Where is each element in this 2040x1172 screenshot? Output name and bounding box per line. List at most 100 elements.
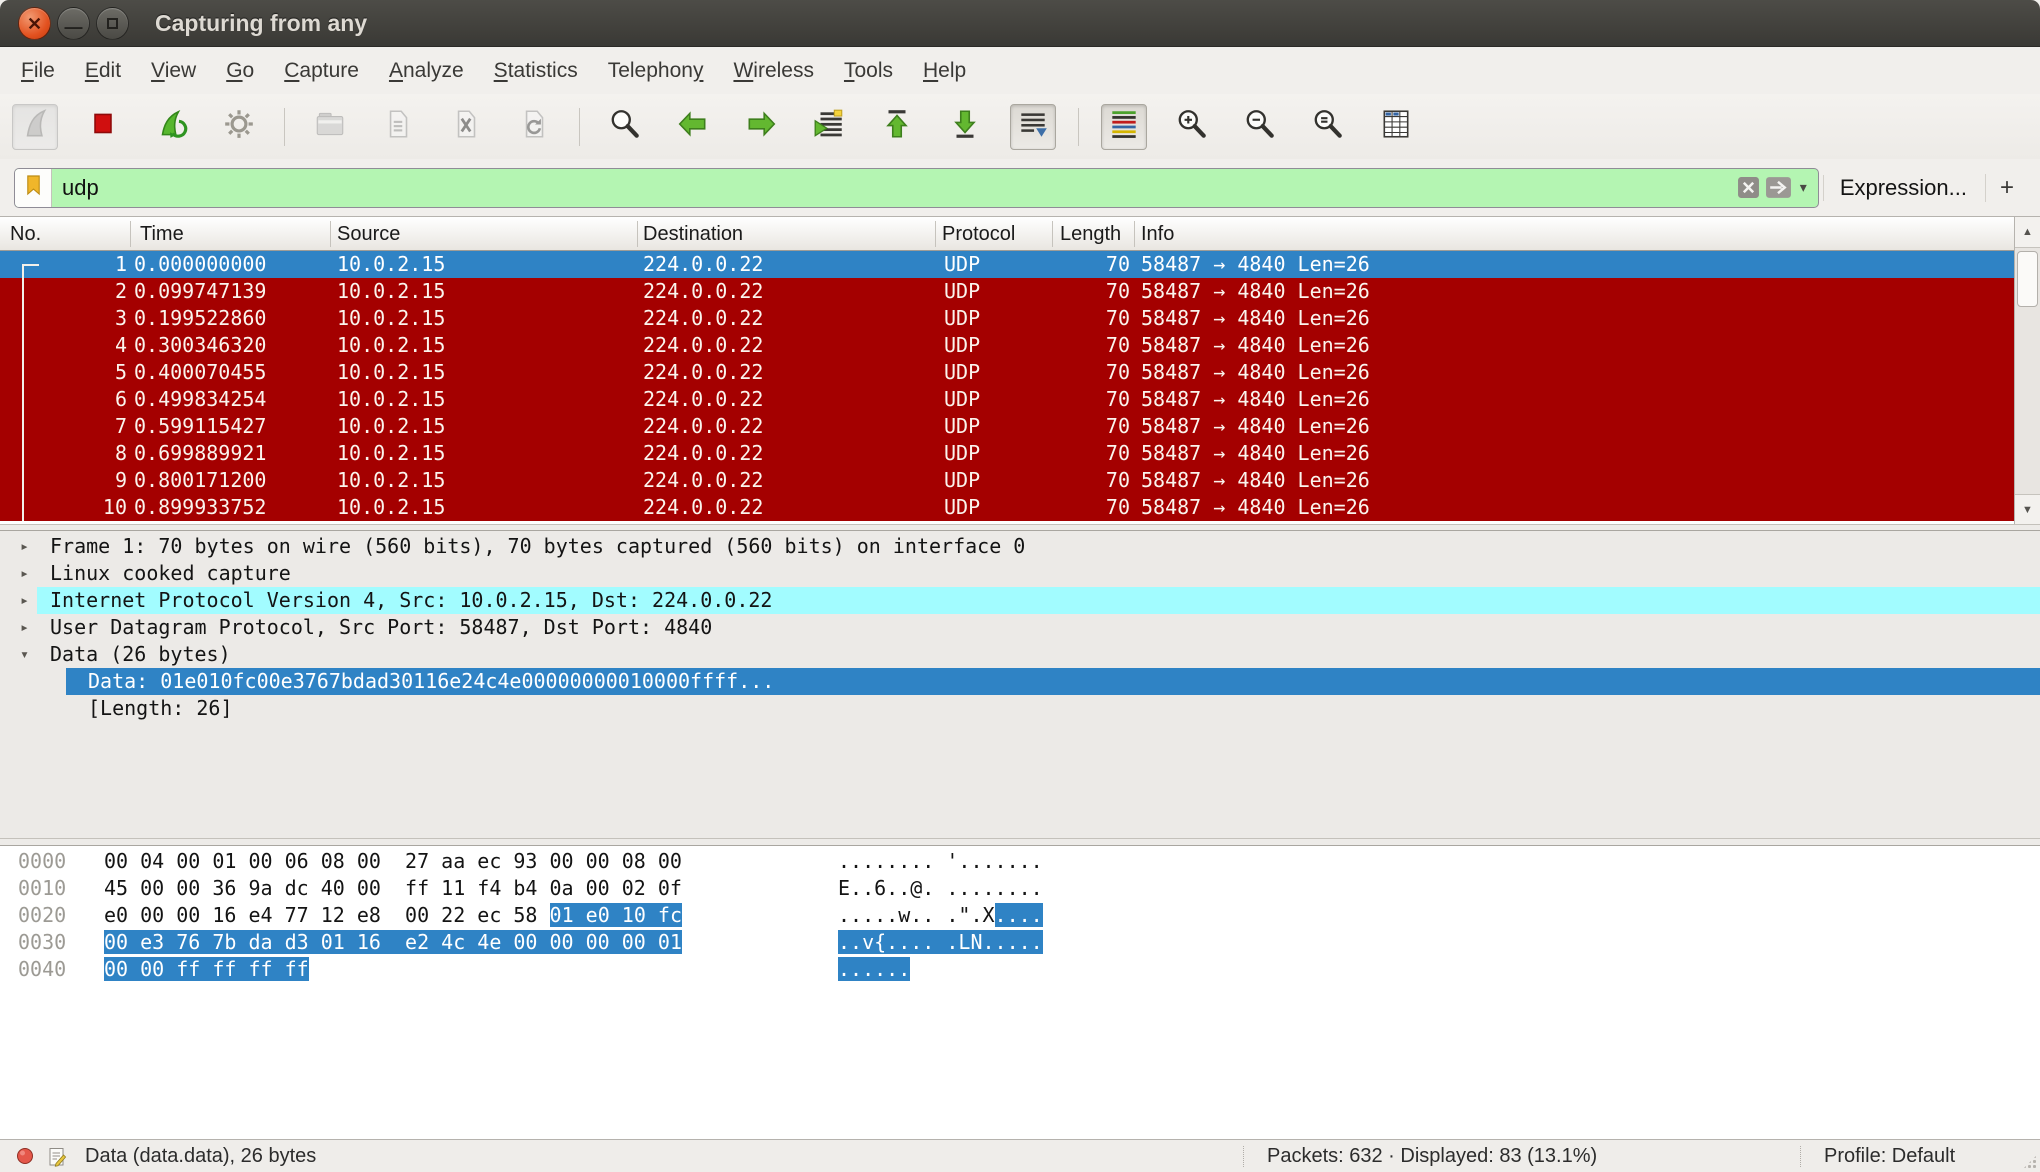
go-last-packet-button[interactable]	[942, 104, 988, 150]
resize-columns-icon	[1379, 107, 1413, 146]
column-header-protocol[interactable]: Protocol	[942, 217, 1015, 251]
pane-splitter[interactable]	[0, 838, 2040, 846]
packet-row[interactable]: 40.30034632010.0.2.15224.0.0.22UDP705848…	[0, 332, 2014, 359]
column-separator[interactable]	[1052, 221, 1053, 247]
detail-row[interactable]: ▸User Datagram Protocol, Src Port: 58487…	[0, 614, 2040, 641]
packet-protocol: UDP	[944, 332, 980, 359]
packet-source: 10.0.2.15	[337, 440, 445, 467]
go-first-packet-button[interactable]	[874, 104, 920, 150]
packet-row[interactable]: 100.89993375210.0.2.15224.0.0.22UDP70584…	[0, 494, 2014, 521]
menu-item-analyze[interactable]: Analyze	[374, 47, 479, 94]
expert-info-icon[interactable]	[16, 1147, 34, 1171]
profile-text[interactable]: Profile: Default	[1824, 1140, 1955, 1172]
column-separator[interactable]	[637, 221, 638, 247]
menu-item-telephony[interactable]: Telephony	[593, 47, 719, 94]
zoom-100-button[interactable]	[1305, 104, 1351, 150]
packet-row[interactable]: 30.19952286010.0.2.15224.0.0.22UDP705848…	[0, 305, 2014, 332]
resize-grip[interactable]	[2022, 1154, 2038, 1170]
detail-row[interactable]: ▸Linux cooked capture	[0, 560, 2040, 587]
scroll-down-icon[interactable]: ▼	[2015, 494, 2040, 525]
capture-comment-icon[interactable]	[47, 1147, 67, 1172]
hex-row[interactable]: 003000 e3 76 7b da d3 01 16 e2 4c 4e 00 …	[0, 929, 2040, 956]
packet-row[interactable]: 60.49983425410.0.2.15224.0.0.22UDP705848…	[0, 386, 2014, 413]
column-separator[interactable]	[130, 221, 131, 247]
packet-list-rows: 10.00000000010.0.2.15224.0.0.22UDP705848…	[0, 251, 2014, 521]
collapsed-icon[interactable]: ▸	[20, 533, 29, 560]
capture-options-button[interactable]	[216, 104, 262, 150]
menu-item-view[interactable]: View	[136, 47, 211, 94]
titlebar: ✕ — Capturing from any	[0, 0, 2040, 47]
expanded-icon[interactable]: ▾	[20, 641, 29, 668]
packet-no: 2	[0, 278, 127, 305]
close-window-button[interactable]: ✕	[18, 7, 51, 40]
hex-ascii: ........ '.......	[838, 848, 1043, 875]
packet-list-scrollbar[interactable]: ▲ ▼	[2014, 217, 2040, 525]
detail-row[interactable]: Data: 01e010fc00e3767bdad30116e24c4e0000…	[0, 668, 2040, 695]
resize-columns-button[interactable]	[1373, 104, 1419, 150]
open-folder-icon	[313, 107, 347, 146]
scrollbar-thumb[interactable]	[2017, 251, 2038, 307]
stop-capture-button[interactable]	[80, 104, 126, 150]
column-header-no[interactable]: No.	[10, 217, 41, 251]
scroll-up-icon[interactable]: ▲	[2015, 217, 2040, 248]
detail-row[interactable]: ▾Data (26 bytes)	[0, 641, 2040, 668]
open-capture-file-button	[307, 104, 353, 150]
find-packet-button[interactable]	[602, 104, 648, 150]
packet-source: 10.0.2.15	[337, 359, 445, 386]
zoom-out-button[interactable]	[1237, 104, 1283, 150]
column-separator[interactable]	[1134, 221, 1135, 247]
add-filter-button[interactable]: +	[1985, 174, 2026, 202]
display-filter-input[interactable]: udp ▾	[14, 168, 1819, 208]
detail-text: [Length: 26]	[88, 695, 233, 722]
column-header-source[interactable]: Source	[337, 217, 400, 251]
detail-row[interactable]: ▸Internet Protocol Version 4, Src: 10.0.…	[0, 587, 2040, 614]
hex-row[interactable]: 000000 04 00 01 00 06 08 00 27 aa ec 93 …	[0, 848, 2040, 875]
clear-filter-icon[interactable]	[1737, 176, 1760, 199]
column-header-length[interactable]: Length	[1060, 217, 1132, 251]
hex-row[interactable]: 001045 00 00 36 9a dc 40 00 ff 11 f4 b4 …	[0, 875, 2040, 902]
detail-row[interactable]: ▸ Frame 1: 70 bytes on wire (560 bits), 7…	[0, 533, 2040, 560]
menu-item-help[interactable]: Help	[908, 47, 981, 94]
go-back-button[interactable]	[670, 104, 716, 150]
packet-row[interactable]: 20.09974713910.0.2.15224.0.0.22UDP705848…	[0, 278, 2014, 305]
detail-text: Frame 1: 70 bytes on wire (560 bits), 70…	[50, 533, 1025, 560]
packet-row[interactable]: 90.80017120010.0.2.15224.0.0.22UDP705848…	[0, 467, 2014, 494]
menu-item-wireless[interactable]: Wireless	[718, 47, 829, 94]
restart-capture-button[interactable]	[148, 104, 194, 150]
menu-item-statistics[interactable]: Statistics	[479, 47, 593, 94]
pane-splitter[interactable]	[0, 524, 2040, 531]
menu-item-edit[interactable]: Edit	[70, 47, 136, 94]
apply-filter-icon[interactable]	[1765, 176, 1792, 199]
menu-item-file[interactable]: File	[6, 47, 70, 94]
hex-row[interactable]: 0020e0 00 00 16 e4 77 12 e8 00 22 ec 58 …	[0, 902, 2040, 929]
filter-bookmark-button[interactable]	[15, 169, 52, 207]
column-header-info[interactable]: Info	[1141, 217, 1174, 251]
packet-row[interactable]: 10.00000000010.0.2.15224.0.0.22UDP705848…	[0, 251, 2014, 278]
menu-item-capture[interactable]: Capture	[269, 47, 374, 94]
collapsed-icon[interactable]: ▸	[20, 587, 29, 614]
column-header-time[interactable]: Time	[140, 217, 184, 251]
packet-row[interactable]: 80.69988992110.0.2.15224.0.0.22UDP705848…	[0, 440, 2014, 467]
auto-scroll-button[interactable]	[1010, 104, 1056, 150]
hex-row[interactable]: 004000 00 ff ff ff ff......	[0, 956, 2040, 983]
column-header-destination[interactable]: Destination	[643, 217, 743, 251]
packet-row[interactable]: 70.59911542710.0.2.15224.0.0.22UDP705848…	[0, 413, 2014, 440]
filter-history-caret-icon[interactable]: ▾	[1797, 179, 1810, 196]
go-to-packet-button[interactable]	[806, 104, 852, 150]
packet-row[interactable]: 50.40007045510.0.2.15224.0.0.22UDP705848…	[0, 359, 2014, 386]
auto-scroll-icon	[1016, 107, 1050, 146]
go-forward-button[interactable]	[738, 104, 784, 150]
expression-button[interactable]: Expression...	[1823, 175, 1985, 201]
colorize-packets-button[interactable]	[1101, 104, 1147, 150]
minimize-window-button[interactable]: —	[57, 7, 90, 40]
column-separator[interactable]	[330, 221, 331, 247]
maximize-window-button[interactable]	[96, 7, 129, 40]
detail-row[interactable]: [Length: 26]	[0, 695, 2040, 722]
menu-item-go[interactable]: Go	[211, 47, 269, 94]
column-separator[interactable]	[935, 221, 936, 247]
collapsed-icon[interactable]: ▸	[20, 614, 29, 641]
packet-info: 58487 → 4840 Len=26	[1141, 467, 1370, 494]
collapsed-icon[interactable]: ▸	[20, 560, 29, 587]
menu-item-tools[interactable]: Tools	[829, 47, 908, 94]
zoom-in-button[interactable]	[1169, 104, 1215, 150]
